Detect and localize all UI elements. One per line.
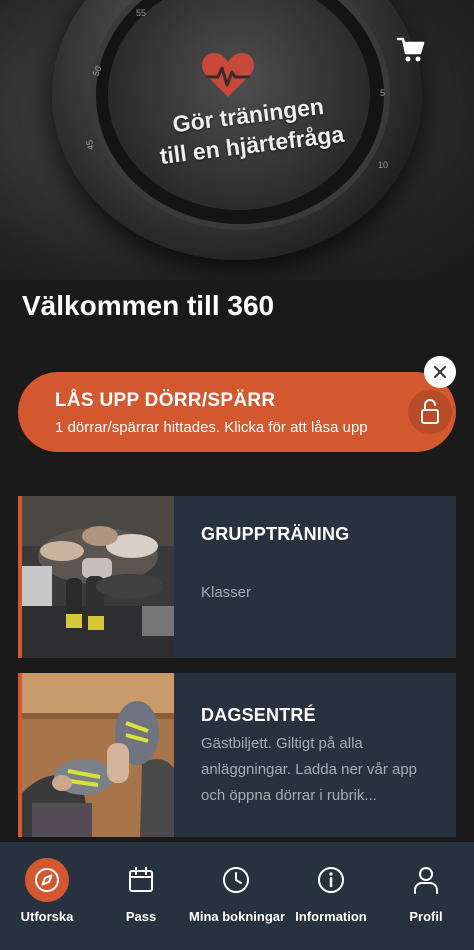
nav-label: Pass (125, 909, 157, 924)
calendar-icon (119, 858, 163, 902)
bottom-navigation: Utforska Pass Mina bokningar Information… (0, 842, 474, 950)
heart-icon (200, 50, 256, 100)
nav-item-classes[interactable]: Pass (94, 842, 188, 950)
card-subtitle: Gästbiljett. Giltigt på alla anläggninga… (201, 735, 418, 804)
nav-item-profile[interactable]: Profil (379, 842, 473, 950)
card-group-training[interactable]: GRUPPTRÄNING Klasser (18, 496, 456, 658)
nav-label: Utforska (20, 909, 74, 924)
nav-label: Profil (409, 909, 443, 924)
info-icon (309, 858, 353, 902)
nav-label: Information (295, 909, 367, 924)
compass-icon (25, 858, 69, 902)
nav-item-information[interactable]: Information (284, 842, 378, 950)
unlock-title: LÅS UPP DÖRR/SPÄRR (55, 390, 276, 411)
watch-tick: 45 (84, 139, 96, 151)
day-entry-image (22, 673, 174, 837)
unlock-subtitle: 1 dörrar/spärrar hittades. Klicka för at… (55, 419, 368, 436)
unlock-icon[interactable] (408, 390, 452, 434)
card-title: GRUPPTRÄNING (201, 524, 350, 544)
clock-icon (214, 858, 258, 902)
nav-label: Mina bokningar (189, 909, 286, 924)
nav-item-explore[interactable]: Utforska (0, 842, 94, 950)
unlock-door-button[interactable]: LÅS UPP DÖRR/SPÄRR 1 dörrar/spärrar hitt… (18, 372, 456, 452)
close-icon[interactable] (424, 356, 456, 388)
card-day-entry[interactable]: DAGSENTRÉ Gästbiljett. Giltigt på alla a… (18, 673, 456, 837)
nav-item-bookings[interactable]: Mina bokningar (189, 842, 286, 950)
cart-icon[interactable] (396, 36, 426, 64)
card-subtitle: Klasser (201, 584, 252, 601)
watch-tick: 55 (136, 8, 147, 18)
hero-banner: 55 50 45 5 10 Gör träningen till en hjär… (0, 0, 474, 280)
watch-tick: 10 (378, 160, 389, 170)
group-training-image (22, 496, 174, 658)
person-icon (404, 858, 448, 902)
card-title: DAGSENTRÉ (201, 705, 316, 725)
welcome-title: Välkommen till 360 (22, 290, 275, 321)
watch-tick: 5 (380, 88, 386, 98)
